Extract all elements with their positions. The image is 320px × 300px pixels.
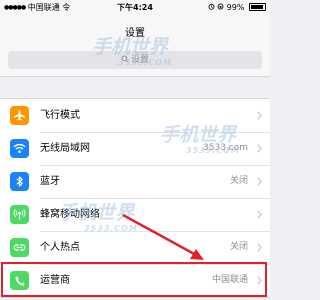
airplane-icon [10,106,29,125]
phone-icon [10,271,29,290]
chevron-right-icon [257,276,262,285]
chevron-right-icon [257,210,262,219]
wifi-icon [10,139,29,158]
chevron-right-icon [257,111,262,120]
cellular-icon [10,205,29,224]
settings-item-label: 飞行模式 [40,110,80,121]
settings-item-value: 关闭 [229,176,248,186]
rotation-lock-icon [217,3,227,12]
settings-item-label: 蓝牙 [40,176,60,187]
watermark-logo-sub: 3533.COM [84,224,138,233]
battery-icon [249,3,266,11]
status-right: 99% [208,0,266,16]
chevron-right-icon [257,144,262,153]
chevron-right-icon [257,243,262,252]
settings-item-label: 个人热点 [40,242,80,253]
alarm-icon [208,3,218,12]
settings-item-label: 无线局域网 [40,143,90,154]
page-title: 设置 [125,28,145,39]
settings-item-hotspot[interactable]: 个人热点 关闭 [0,231,270,264]
settings-item-bluetooth[interactable]: 蓝牙 关闭 [0,165,270,198]
chevron-right-icon [257,177,262,186]
settings-item-label: 运营商 [40,275,70,286]
bluetooth-icon [10,172,29,191]
hotspot-icon [10,238,29,257]
settings-item-value: 关闭 [229,242,248,252]
settings-item-value: 中国联通 [211,275,248,285]
watermark-logo-sub: 3533.COM [118,58,172,67]
status-bar: ●●●●● 中国联通 令 下午4:24 99% [0,0,270,16]
settings-item-airplane-mode[interactable]: 飞行模式 [0,99,270,132]
nav-header: 设置 [0,16,270,46]
watermark-logo-sub: 3533.COM [186,146,240,155]
settings-item-carrier[interactable]: 运营商 中国联通 [0,264,270,297]
settings-list: 飞行模式 无线局域网 3533.com 蓝牙 关闭 蜂窝移动网络 个人热点 关闭… [0,98,270,298]
battery-percent: 99% [226,3,245,12]
